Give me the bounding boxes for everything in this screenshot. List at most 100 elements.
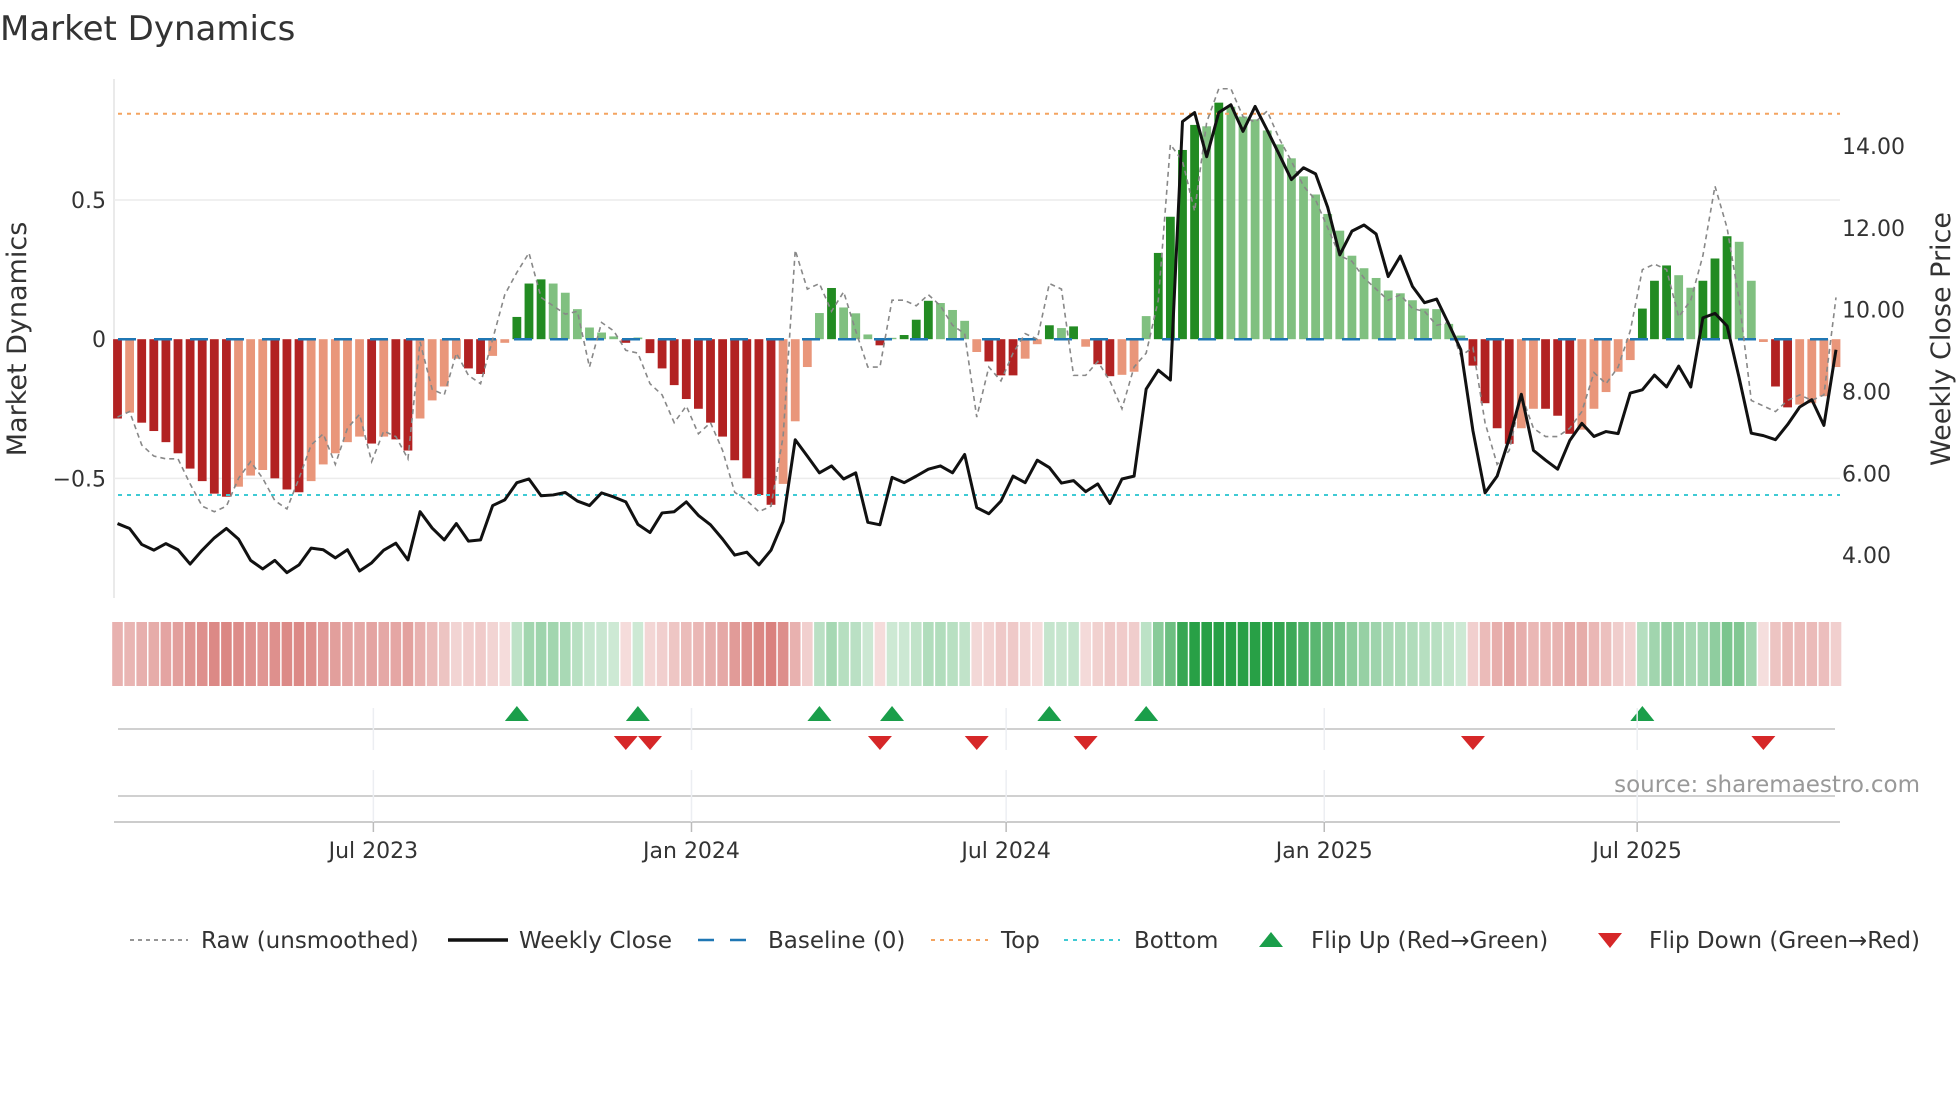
source-label: source: sharemaestro.com bbox=[1614, 772, 1920, 798]
heatmap-cell bbox=[1044, 622, 1055, 686]
dynamics-bar bbox=[911, 319, 921, 340]
flip-up-marker bbox=[880, 706, 905, 721]
dynamics-bar bbox=[694, 339, 703, 409]
x-tick-label: Jul 2025 bbox=[1590, 839, 1682, 864]
dynamics-bar bbox=[1589, 339, 1599, 409]
dynamics-bar bbox=[742, 339, 752, 479]
dynamics-bar bbox=[343, 339, 352, 443]
heatmap-cell bbox=[463, 622, 474, 686]
heatmap-cell bbox=[1637, 622, 1648, 686]
flip-up-marker bbox=[807, 706, 832, 721]
heatmap-cell bbox=[644, 622, 656, 686]
heatmap-cell bbox=[1709, 622, 1721, 686]
dynamics-bar bbox=[113, 339, 122, 419]
flip-down-marker bbox=[637, 736, 662, 750]
market-dynamics-chart: Market Dynamics 0.5 0 −0.5 14.00 12.00 10.00… bbox=[0, 9, 1957, 954]
dynamics-bar bbox=[173, 339, 183, 454]
heatmap-cell bbox=[112, 622, 123, 686]
heatmap-cell bbox=[1334, 622, 1346, 686]
heatmap-cell bbox=[584, 622, 595, 686]
dynamics-bar bbox=[476, 339, 485, 374]
dynamics-bar bbox=[1214, 102, 1224, 340]
heatmap-cell bbox=[1165, 622, 1176, 686]
heatmap-cell bbox=[1491, 622, 1503, 686]
dynamics-bar bbox=[294, 339, 304, 493]
heatmap-cell bbox=[886, 622, 898, 686]
dynamics-bar bbox=[161, 339, 171, 443]
dynamics-bar bbox=[125, 339, 135, 413]
heatmap-cell bbox=[451, 622, 462, 686]
dynamics-bar bbox=[1529, 339, 1538, 409]
x-tick-label: Jul 2023 bbox=[327, 839, 419, 864]
heatmap-cell bbox=[814, 622, 825, 686]
dynamics-bar bbox=[1323, 213, 1333, 340]
heatmap-cell bbox=[1455, 622, 1467, 686]
legend-label-raw: Raw (unsmoothed) bbox=[201, 928, 419, 954]
dynamics-bar bbox=[1577, 339, 1587, 430]
dynamics-bar bbox=[246, 339, 256, 476]
right-tick-label: 12.00 bbox=[1842, 217, 1905, 242]
heatmap-cell bbox=[475, 622, 486, 686]
heatmap-cell bbox=[1177, 622, 1188, 686]
dynamics-bar bbox=[1117, 339, 1127, 375]
heatmap-cell bbox=[148, 622, 160, 686]
series-lines bbox=[116, 87, 1838, 575]
right-tick-label: 14.00 bbox=[1842, 135, 1905, 160]
heatmap-cell bbox=[1479, 622, 1491, 686]
dynamics-bar bbox=[1262, 130, 1272, 340]
heatmap-cell bbox=[1261, 622, 1273, 686]
heatmap-cell bbox=[511, 622, 523, 686]
heatmap-cell bbox=[1588, 622, 1600, 686]
heatmap-cell bbox=[402, 622, 414, 686]
heatmap-cell bbox=[245, 622, 256, 686]
legend-label-top: Top bbox=[1000, 928, 1040, 954]
heatmap-cell bbox=[729, 622, 741, 686]
dynamics-bar bbox=[790, 339, 800, 422]
heatmap-cell bbox=[1104, 622, 1116, 686]
dynamics-bar bbox=[1226, 106, 1236, 340]
heatmap-cell bbox=[160, 622, 172, 686]
heatmap-cell bbox=[547, 622, 559, 686]
dynamics-bar bbox=[282, 339, 292, 490]
heatmap-cell bbox=[935, 622, 946, 686]
legend-flip-down-icon bbox=[1598, 933, 1622, 948]
dynamics-bar bbox=[669, 339, 679, 386]
heatmap-cell bbox=[1552, 622, 1563, 686]
heatmap-cell bbox=[172, 622, 184, 686]
heatmap-cell bbox=[1274, 622, 1285, 686]
right-tick-label: 6.00 bbox=[1842, 462, 1891, 487]
dynamics-bar bbox=[1250, 119, 1260, 340]
heatmap-cell bbox=[898, 622, 910, 686]
heatmap-cell bbox=[596, 622, 607, 686]
heatmap-cell bbox=[136, 622, 148, 686]
heatmap-cell bbox=[923, 622, 934, 686]
heatmap-cell bbox=[1382, 622, 1394, 686]
heatmap-cell bbox=[608, 622, 619, 686]
dynamics-bar bbox=[778, 339, 788, 484]
x-axis-ticks: Jul 2023 Jan 2024 Jul 2024 Jan 2025 Jul 2025 bbox=[327, 708, 1682, 864]
x-tick-label: Jul 2024 bbox=[959, 839, 1051, 864]
heatmap-cell bbox=[390, 622, 402, 686]
heatmap-cell bbox=[656, 622, 668, 686]
dynamics-bar bbox=[754, 339, 764, 496]
dynamics-bar bbox=[149, 339, 159, 432]
heatmap-cell bbox=[1322, 622, 1334, 686]
legend-label-baseline: Baseline (0) bbox=[768, 928, 905, 954]
heatmap-cell bbox=[1201, 622, 1212, 686]
heatmap-cell bbox=[1697, 622, 1709, 686]
flip-down-marker bbox=[613, 736, 638, 750]
raw-line bbox=[117, 87, 1837, 513]
dynamics-bar bbox=[439, 339, 449, 387]
heatmap-cell bbox=[1624, 622, 1636, 686]
dynamics-bar bbox=[209, 339, 219, 494]
dynamics-bar bbox=[536, 279, 546, 340]
x-tick-label: Jan 2024 bbox=[641, 839, 740, 864]
heatmap-cell bbox=[1298, 622, 1309, 686]
dynamics-bar bbox=[1650, 280, 1659, 340]
flip-up-marker bbox=[1134, 706, 1159, 721]
x-tick-label: Jan 2025 bbox=[1274, 839, 1373, 864]
heatmap-cell bbox=[632, 622, 644, 686]
heatmap-cell bbox=[1830, 622, 1842, 686]
dynamics-bar bbox=[367, 339, 377, 444]
dynamics-bar bbox=[1541, 339, 1550, 409]
